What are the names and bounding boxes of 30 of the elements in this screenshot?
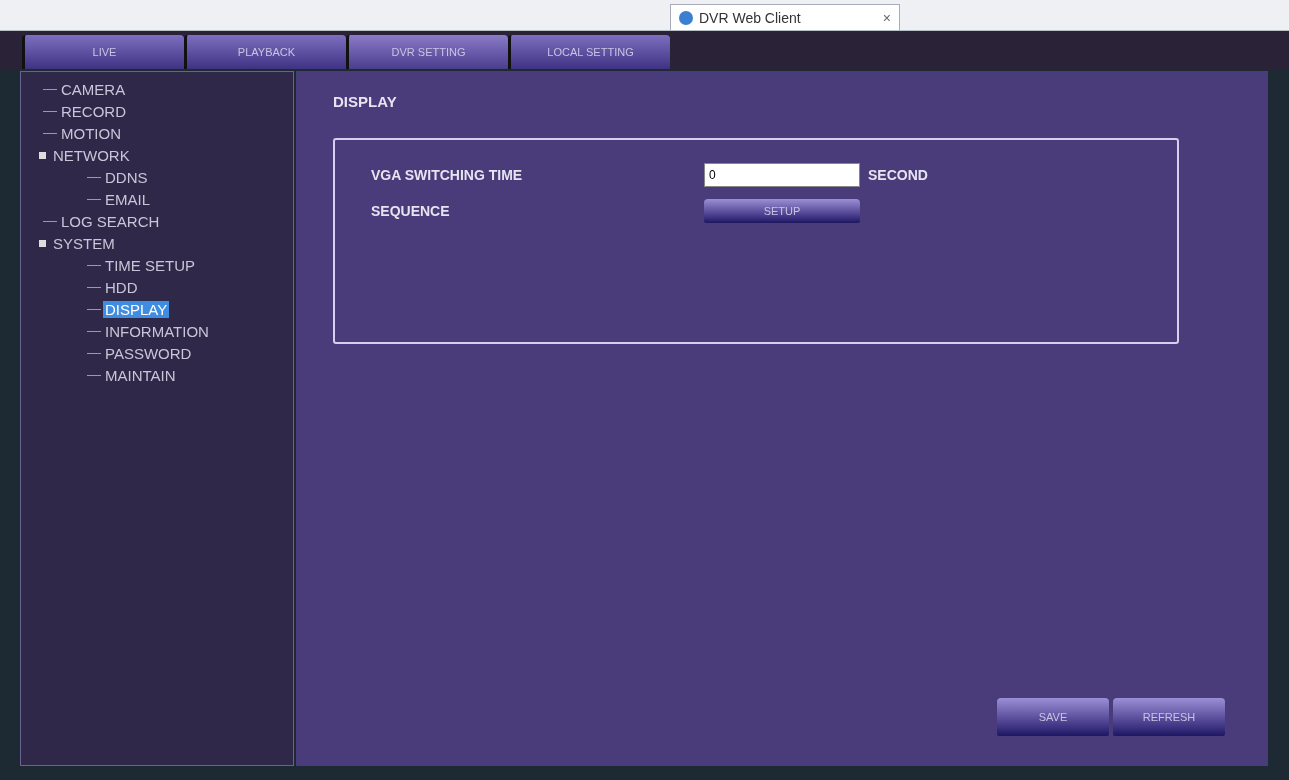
page-title: DISPLAY xyxy=(333,93,398,110)
tree-item[interactable]: HDD xyxy=(103,278,140,296)
tree-item[interactable]: RECORD xyxy=(59,102,128,120)
tree-item[interactable]: SYSTEM xyxy=(51,234,117,252)
tree-item[interactable]: TIME SETUP xyxy=(103,256,197,274)
tree-item[interactable]: DDNS xyxy=(103,168,150,186)
nav-tab[interactable]: PLAYBACK xyxy=(184,35,346,69)
input-field[interactable]: 0 xyxy=(704,163,860,187)
close-tab-button[interactable]: × xyxy=(882,9,891,26)
nav-tab[interactable]: LOCAL SETTING xyxy=(508,35,670,69)
tree-item[interactable]: LOG SEARCH xyxy=(59,212,162,230)
tree-item[interactable]: NETWORK xyxy=(51,146,132,164)
nav-tab[interactable]: LIVE xyxy=(22,35,184,69)
collapse-icon[interactable] xyxy=(39,239,46,247)
setting-label: VGA SWITCHING TIME xyxy=(371,167,524,183)
setup-button[interactable]: SETUP xyxy=(704,199,860,223)
unit-label: SECOND xyxy=(868,167,928,183)
tree-item[interactable]: INFORMATION xyxy=(103,322,211,340)
action-button[interactable]: SAVE xyxy=(997,698,1109,736)
tree-item[interactable]: CAMERA xyxy=(59,80,128,98)
tree-item[interactable]: PASSWORD xyxy=(103,344,194,362)
tree-item[interactable]: MOTION xyxy=(59,124,123,142)
tree-item[interactable]: MAINTAIN xyxy=(103,366,178,384)
browser-icon xyxy=(679,10,693,25)
setting-label: SEQUENCE xyxy=(371,203,451,219)
collapse-icon[interactable] xyxy=(39,151,46,159)
tree-item[interactable]: EMAIL xyxy=(103,190,152,208)
browser-tab[interactable]: DVR Web Client × xyxy=(670,4,900,30)
action-button[interactable]: REFRESH xyxy=(1113,698,1225,736)
nav-tab[interactable]: DVR SETTING xyxy=(346,35,508,69)
